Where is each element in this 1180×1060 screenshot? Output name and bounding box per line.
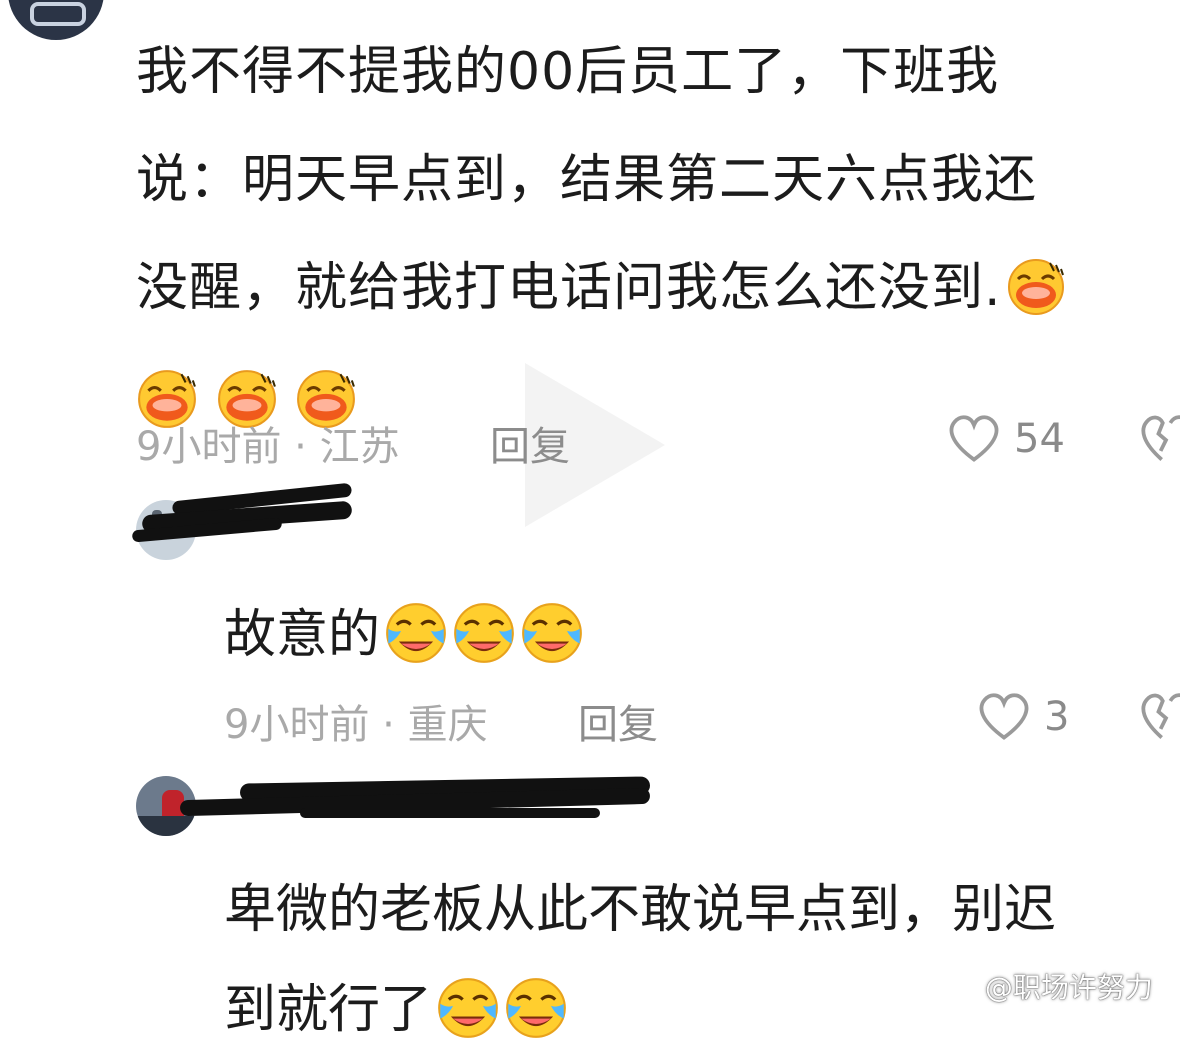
crying-laughing-emoji-icon [521, 602, 583, 664]
weibo-logo-icon [940, 976, 975, 1004]
crying-laughing-emoji-icon [385, 602, 447, 664]
dislike-broken-heart-icon[interactable] [1138, 412, 1180, 464]
reply-line-text: 到就行了 [224, 980, 433, 1040]
like-count: 54 [1014, 416, 1065, 462]
dislike-broken-heart-icon[interactable] [1138, 690, 1180, 742]
reply-text: 卑微的老板从此不敢说早点到，别迟 到就行了 [224, 860, 1056, 1060]
reply-line: 到就行了 [224, 960, 1056, 1060]
comment-line: 我不得不提我的00后员工了，下班我 [136, 42, 1000, 102]
redacted-username [179, 776, 660, 828]
like-heart-icon[interactable] [976, 690, 1032, 742]
reply-text-content: 故意的 [224, 605, 381, 665]
like-count: 3 [1044, 694, 1070, 740]
crying-laughing-emoji-icon [437, 977, 499, 1039]
watermark: @职场许努力 [940, 966, 1153, 1006]
watermark-text: @职场许努力 [984, 971, 1153, 1004]
reply-text: 故意的 [224, 592, 584, 667]
reply-button[interactable]: 回复 [490, 414, 570, 472]
avatar[interactable] [8, 0, 104, 40]
like-heart-icon[interactable] [946, 412, 1002, 464]
comment-line: 没醒，就给我打电话问我怎么还没到. [136, 234, 1166, 342]
crying-laughing-emoji-icon [505, 977, 567, 1039]
comment-line: 说：明天早点到，结果第二天六点我还 [136, 150, 1038, 210]
redacted-username [131, 482, 362, 543]
comment-line-text: 没醒，就给我打电话问我怎么还没到. [136, 258, 1002, 318]
reply-button[interactable]: 回复 [578, 692, 658, 750]
reply-line: 卑微的老板从此不敢说早点到，别迟 [224, 880, 1057, 940]
reply-timestamp-location: 9小时前 · 重庆 [224, 702, 488, 748]
laugh-sweat-emoji-icon [1007, 258, 1065, 316]
crying-laughing-emoji-icon [453, 602, 515, 664]
comment-timestamp-location: 9小时前 · 江苏 [136, 424, 400, 470]
